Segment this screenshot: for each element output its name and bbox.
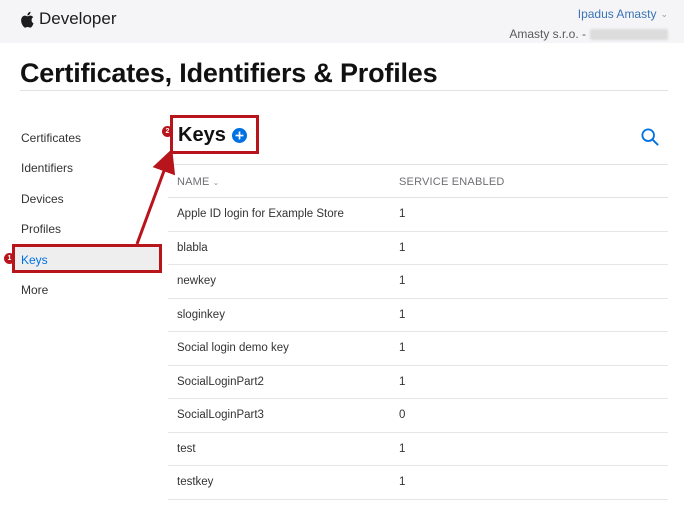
keys-table: NAME ⌄ SERVICE ENABLED Apple ID login fo… (168, 164, 668, 500)
row-services: 1 (399, 375, 406, 388)
row-name: SocialLoginPart2 (177, 375, 264, 388)
account-name-link[interactable]: Ipadus Amasty ⌄ (578, 7, 668, 21)
account-menu[interactable]: Ipadus Amasty ⌄ Amasty s.r.o. - (509, 5, 668, 41)
table-body: Apple ID login for Example Store 1 blabla… (168, 198, 668, 500)
annotation-box-keys-add (170, 115, 259, 154)
table-row[interactable]: blabla 1 (168, 232, 668, 265)
row-services: 1 (399, 342, 406, 354)
row-name: blabla (177, 241, 208, 254)
sidebar-item-certificates[interactable]: Certificates (21, 131, 81, 145)
row-name: test (177, 442, 196, 455)
row-services: 1 (399, 275, 406, 287)
account-org-label: Amasty s.r.o. - (509, 27, 586, 41)
chevron-down-icon: ⌄ (660, 8, 668, 19)
sort-down-icon: ⌄ (212, 177, 220, 187)
table-row[interactable]: testkey 1 (168, 466, 668, 500)
column-header-name-label: NAME (177, 176, 210, 188)
annotation-box-keys-sidebar (12, 244, 162, 273)
apple-logo-icon (21, 11, 34, 28)
account-org: Amasty s.r.o. - (509, 27, 668, 41)
title-divider (20, 90, 668, 91)
account-name: Ipadus Amasty (577, 7, 657, 21)
row-name: newkey (177, 275, 216, 287)
redacted-team-id (590, 28, 668, 40)
row-services: 1 (399, 241, 406, 254)
top-bar: Developer Ipadus Amasty ⌄ Amasty s.r.o. … (0, 0, 684, 43)
row-name: Social login demo key (177, 342, 289, 354)
table-row[interactable]: Apple ID login for Example Store 1 (168, 198, 668, 232)
brand-label: Developer (39, 9, 117, 28)
row-services: 0 (399, 409, 406, 421)
sidebar-item-profiles[interactable]: Profiles (21, 222, 61, 236)
table-row[interactable]: Social login demo key 1 (168, 332, 668, 366)
row-name: testkey (177, 476, 214, 488)
table-row[interactable]: newkey 1 (168, 265, 668, 299)
column-header-service-enabled[interactable]: SERVICE ENABLED (399, 176, 505, 188)
row-services: 1 (399, 442, 406, 455)
table-row[interactable]: test 1 (168, 433, 668, 466)
sidebar-item-more[interactable]: More (21, 283, 48, 297)
sidebar-item-devices[interactable]: Devices (21, 192, 64, 206)
row-name: SocialLoginPart3 (177, 409, 264, 421)
column-header-name[interactable]: NAME ⌄ (177, 176, 220, 188)
row-name: Apple ID login for Example Store (177, 208, 344, 220)
page-title: Certificates, Identifiers & Profiles (20, 58, 438, 88)
table-row[interactable]: SocialLoginPart3 0 (168, 399, 668, 433)
sidebar-item-identifiers[interactable]: Identifiers (21, 161, 73, 175)
developer-logo[interactable]: Developer (20, 9, 117, 29)
annotation-badge-1: 1 (4, 253, 15, 264)
row-name: sloginkey (177, 308, 225, 321)
row-services: 1 (399, 308, 406, 321)
row-services: 1 (399, 208, 406, 220)
row-services: 1 (399, 476, 406, 488)
table-row[interactable]: SocialLoginPart2 1 (168, 366, 668, 399)
annotation-badge-2: 2 (162, 126, 173, 137)
search-icon[interactable] (641, 128, 659, 146)
table-header: NAME ⌄ SERVICE ENABLED (168, 164, 668, 198)
table-row[interactable]: sloginkey 1 (168, 299, 668, 332)
